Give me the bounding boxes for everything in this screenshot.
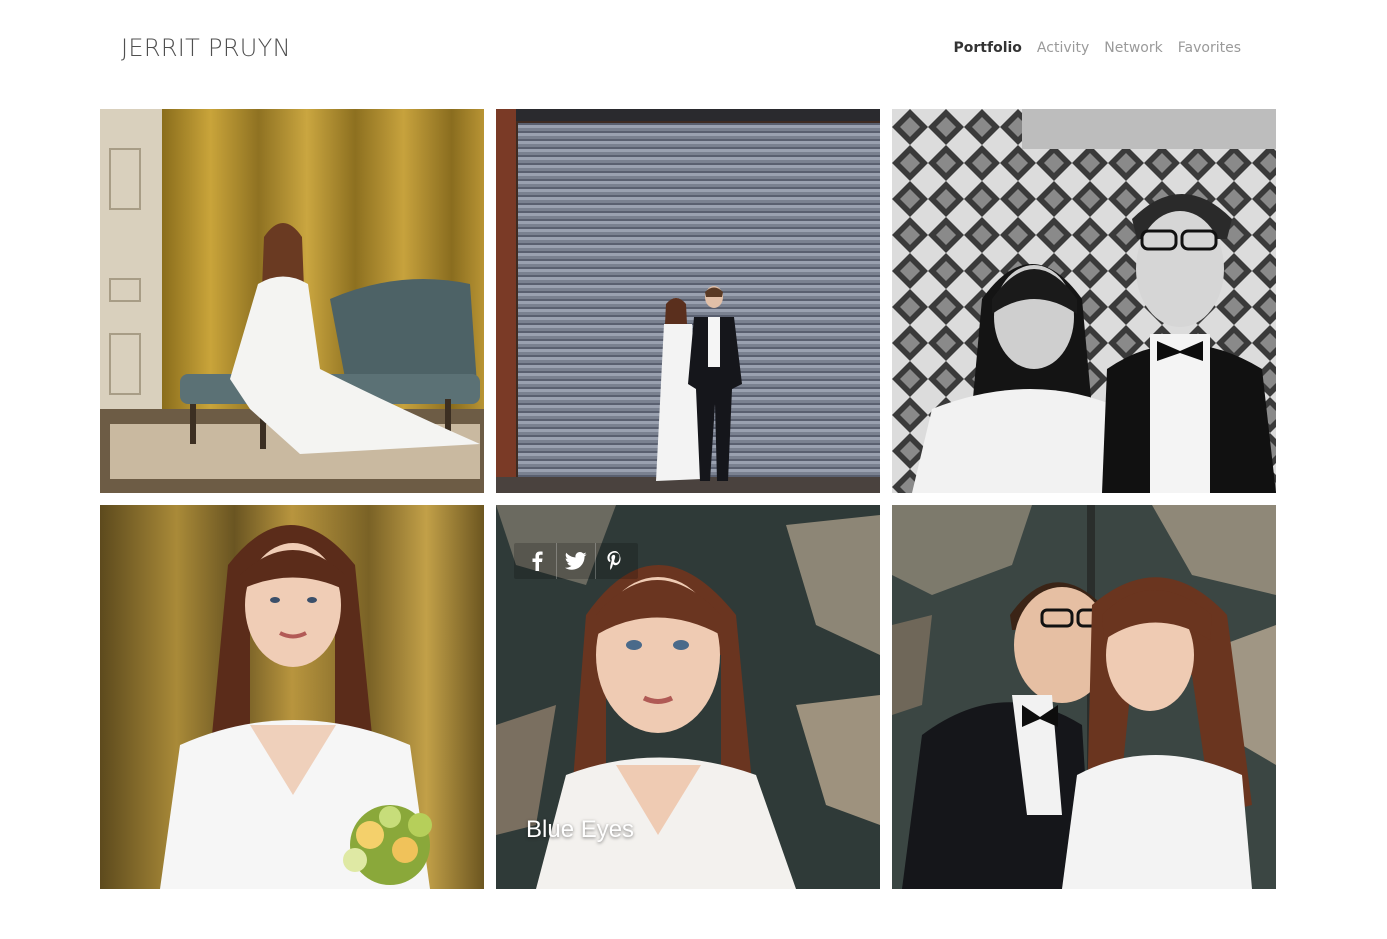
pinterest-share-button[interactable] [596,543,634,579]
nav-portfolio[interactable]: Portfolio [954,38,1022,58]
photo-couple-kiss [892,505,1276,889]
photo-bride-on-chaise [100,109,484,493]
nav-favorites[interactable]: Favorites [1178,38,1241,58]
share-bar [514,543,638,579]
site-title[interactable]: JERRIT PRUYN [121,33,291,63]
nav-network[interactable]: Network [1104,38,1162,58]
facebook-share-button[interactable] [518,543,557,579]
main-nav: Portfolio Activity Network Favorites [954,38,1241,58]
facebook-icon [532,551,543,571]
photo-tile-6[interactable] [892,505,1276,889]
twitter-share-button[interactable] [557,543,596,579]
photo-tile-4[interactable] [100,505,484,889]
photo-couple-bw [892,109,1276,493]
twitter-icon [565,552,587,570]
photo-tile-3[interactable] [892,109,1276,493]
nav-activity[interactable]: Activity [1037,38,1089,58]
photo-tile-1[interactable] [100,109,484,493]
pinterest-icon [607,551,621,570]
portfolio-page: JERRIT PRUYN Portfolio Activity Network … [0,0,1387,939]
photo-tile-2[interactable] [496,109,880,493]
photo-tile-5[interactable]: Blue Eyes [496,505,880,889]
photo-caption: Blue Eyes [526,816,635,843]
photo-grid: Blue Eyes [100,109,1276,889]
photo-bride-bouquet [100,505,484,889]
photo-couple-shutter [496,109,880,493]
